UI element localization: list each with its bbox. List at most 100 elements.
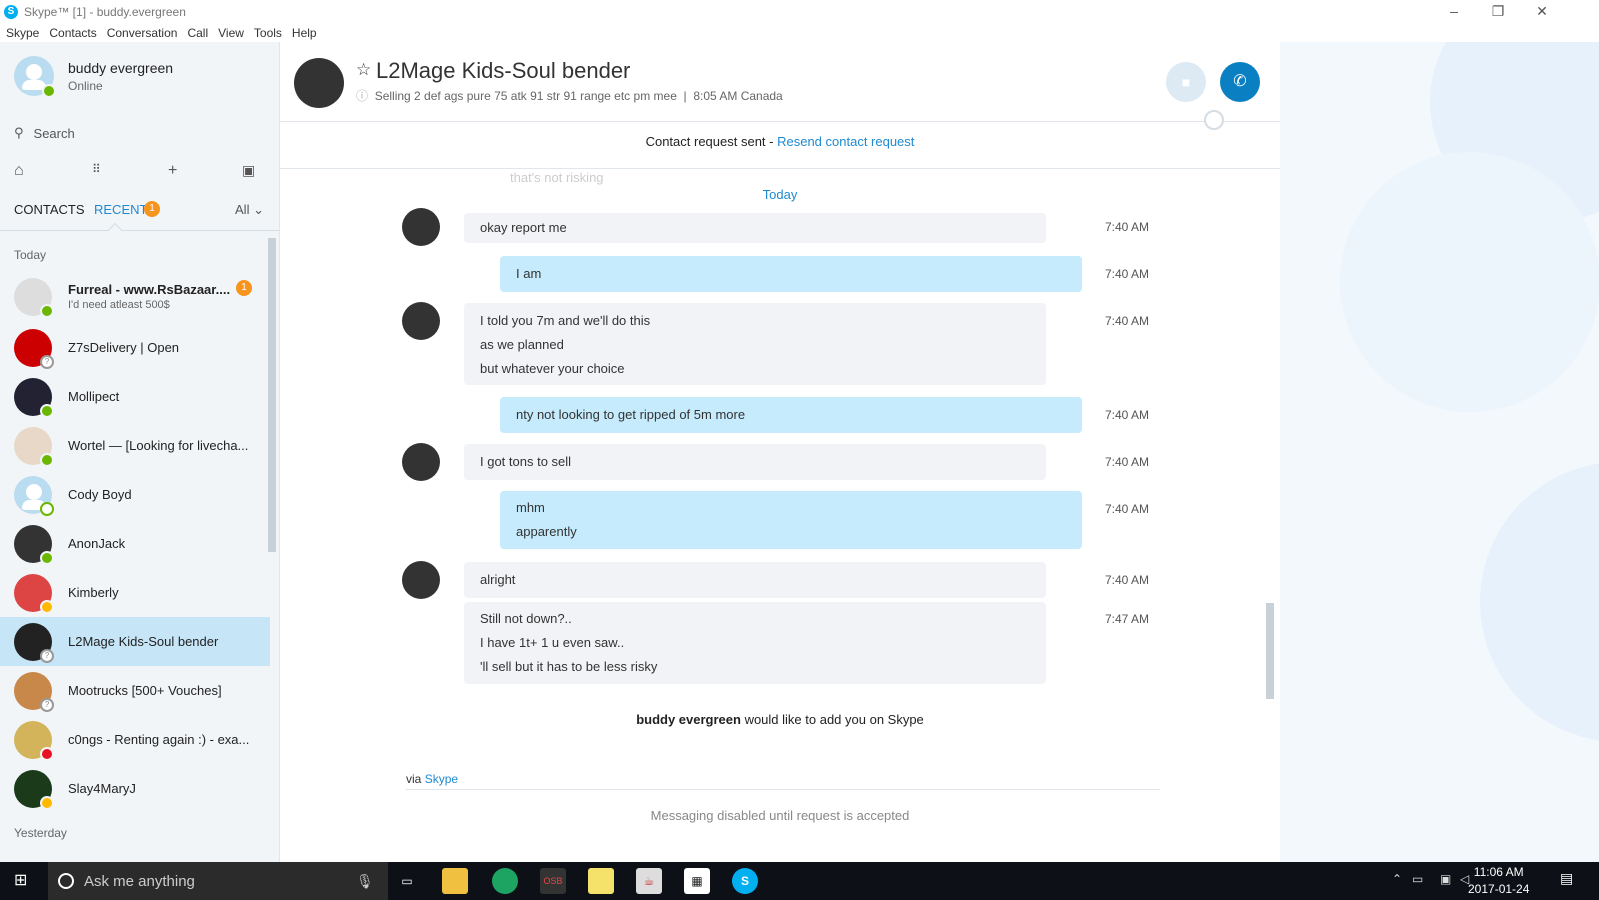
- list-item[interactable]: ? Mootrucks [500+ Vouches]: [0, 666, 270, 715]
- presence-away-icon: [40, 599, 54, 614]
- avatar[interactable]: [402, 208, 440, 246]
- minimize-button[interactable]: –: [1432, 0, 1476, 24]
- avatar[interactable]: [402, 302, 440, 340]
- filter-label: All: [235, 202, 250, 217]
- message-time: 7:40 AM: [1105, 502, 1150, 516]
- display-icon[interactable]: ▣: [1440, 872, 1451, 886]
- message-line: apparently: [516, 524, 577, 539]
- message-time: 7:40 AM: [1105, 220, 1150, 234]
- list-item[interactable]: ? L2Mage Kids-Soul bender: [0, 617, 270, 666]
- menu-help[interactable]: Help: [292, 26, 317, 40]
- list-item[interactable]: Furreal - www.RsBazaar.... I'd need atlea…: [0, 272, 270, 321]
- menu-call[interactable]: Call: [187, 26, 208, 40]
- presence-away-icon: [40, 795, 54, 810]
- message-line: as we planned: [480, 337, 564, 352]
- file-explorer-icon[interactable]: [442, 868, 468, 894]
- home-icon[interactable]: ⌂: [14, 162, 24, 180]
- star-icon[interactable]: ☆: [356, 60, 371, 80]
- message-time: 7:40 AM: [1105, 267, 1150, 281]
- list-item[interactable]: ? Z7sDelivery | Open: [0, 323, 270, 372]
- microphone-icon[interactable]: 🎙: [356, 873, 374, 890]
- video-call-button[interactable]: ■: [1166, 62, 1206, 102]
- sticky-notes-icon[interactable]: [588, 868, 614, 894]
- messaging-disabled-text: Messaging disabled until request is acce…: [650, 808, 910, 823]
- search-input[interactable]: ⚲ Search: [14, 122, 264, 144]
- avatar: [14, 524, 54, 565]
- list-item[interactable]: Wortel — [Looking for livecha...: [0, 421, 270, 470]
- add-request-notice: buddy evergreen would like to add you on…: [280, 712, 1280, 727]
- profile-status: Online: [68, 78, 103, 93]
- phone-icon: ✆: [1233, 73, 1247, 90]
- message-bubble-incoming[interactable]: okay report me: [464, 213, 1046, 243]
- tab-contacts[interactable]: CONTACTS: [14, 202, 85, 217]
- contacts-card-icon[interactable]: ▣: [242, 162, 255, 179]
- avatar[interactable]: [402, 443, 440, 481]
- filter-dropdown[interactable]: All ⌄: [235, 202, 264, 218]
- message-bubble-outgoing[interactable]: nty not looking to get ripped of 5m more: [500, 397, 1082, 433]
- list-item[interactable]: Mollipect: [0, 372, 270, 421]
- message-time: 7:40 AM: [1105, 314, 1150, 328]
- resend-request-link[interactable]: Resend contact request: [777, 134, 914, 149]
- add-icon[interactable]: +: [168, 162, 177, 180]
- via-skype-link[interactable]: Skype: [425, 772, 458, 786]
- close-button[interactable]: ✕: [1520, 0, 1564, 24]
- message-bubble-incoming[interactable]: I got tons to sell: [464, 444, 1046, 480]
- presence-online-icon: [40, 550, 54, 565]
- message-bubble-incoming[interactable]: I told you 7m and we'll do this as we pl…: [464, 303, 1046, 385]
- message-bubble-incoming[interactable]: alright: [464, 562, 1046, 598]
- call-button[interactable]: ✆: [1220, 62, 1260, 102]
- chevron-up-icon[interactable]: ⌃: [1392, 872, 1402, 886]
- day-separator: Today: [762, 187, 798, 202]
- list-item[interactable]: Cody Boyd: [0, 470, 270, 519]
- contact-name: Wortel — [Looking for livecha...: [68, 438, 249, 453]
- message-bubble-outgoing[interactable]: mhm apparently: [500, 491, 1082, 549]
- list-item[interactable]: Kimberly: [0, 568, 270, 617]
- message-line: 'll sell but it has to be less risky: [480, 659, 658, 674]
- section-today: Today: [14, 248, 47, 262]
- menu-contacts[interactable]: Contacts: [49, 26, 96, 40]
- message-time: 7:40 AM: [1105, 573, 1150, 587]
- presence-unknown-icon: ?: [40, 354, 54, 369]
- message-line: I told you 7m and we'll do this: [480, 313, 651, 328]
- menu-conversation[interactable]: Conversation: [107, 26, 178, 40]
- message-line: nty not looking to get ripped of 5m more: [516, 407, 746, 422]
- task-view-icon[interactable]: ▭: [394, 868, 420, 894]
- tab-recent[interactable]: RECENT: [94, 202, 147, 217]
- profile-card[interactable]: buddy evergreen Online: [14, 56, 173, 98]
- list-item[interactable]: AnonJack: [0, 519, 270, 568]
- windows-start-icon[interactable]: ⊞: [14, 872, 32, 890]
- calculator-icon[interactable]: ▦: [684, 868, 710, 894]
- menu-view[interactable]: View: [218, 26, 244, 40]
- list-item[interactable]: c0ngs - Renting again :) - exa...: [0, 715, 270, 764]
- message-line: mhm: [516, 500, 545, 515]
- avatar: ?: [14, 328, 54, 369]
- system-clock[interactable]: 11:06 AM 2017-01-24: [1468, 864, 1529, 898]
- recent-badge: 1: [144, 201, 160, 217]
- message-line: Still not down?..: [480, 611, 572, 626]
- action-center-icon[interactable]: ▤: [1560, 870, 1573, 887]
- taskbar-search[interactable]: Ask me anything 🎙: [48, 862, 388, 900]
- contact-request-banner: Contact request sent - Resend contact re…: [280, 134, 1280, 149]
- message-bubble-incoming[interactable]: Still not down?.. I have 1t+ 1 u even sa…: [464, 602, 1046, 684]
- java-icon[interactable]: ☕: [636, 868, 662, 894]
- avatar[interactable]: [402, 561, 440, 599]
- skype-taskbar-icon[interactable]: S: [732, 868, 758, 894]
- restore-button[interactable]: ❐: [1476, 0, 1520, 24]
- sidebar: buddy evergreen Online ⚲ Search ⌂ ⠿ + ▣ …: [0, 42, 280, 862]
- network-icon[interactable]: ▭: [1412, 872, 1423, 886]
- list-item[interactable]: Slay4MaryJ: [0, 764, 270, 813]
- dialpad-icon[interactable]: ⠿: [92, 162, 101, 176]
- window-title: Skype™ [1] - buddy.evergreen: [24, 5, 186, 19]
- osbuddy-icon[interactable]: OSB: [540, 868, 566, 894]
- message-bubble-outgoing[interactable]: I am: [500, 256, 1082, 292]
- globe-icon[interactable]: [1204, 110, 1224, 130]
- conversation-scrollbar[interactable]: [1266, 603, 1274, 699]
- menu-skype[interactable]: Skype: [6, 26, 39, 40]
- contact-request-text: Contact request sent -: [645, 134, 778, 149]
- sidebar-scrollbar[interactable]: [268, 238, 276, 552]
- avatar: [14, 426, 54, 467]
- avatar[interactable]: [294, 58, 344, 108]
- chrome-icon[interactable]: [492, 868, 518, 894]
- conversation-title: L2Mage Kids-Soul bender: [376, 58, 631, 83]
- menu-tools[interactable]: Tools: [254, 26, 282, 40]
